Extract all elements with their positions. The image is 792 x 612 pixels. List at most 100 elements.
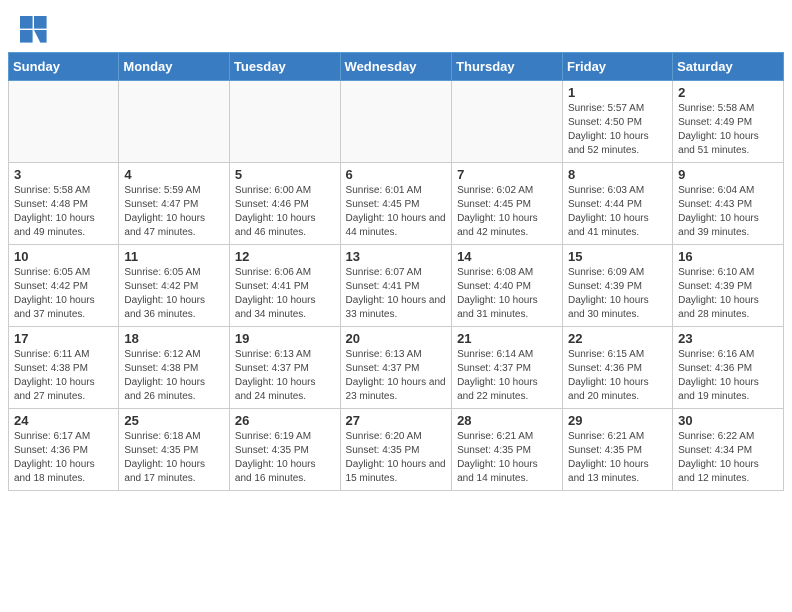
weekday-header-sunday: Sunday bbox=[9, 53, 119, 81]
calendar-cell: 15Sunrise: 6:09 AM Sunset: 4:39 PM Dayli… bbox=[563, 245, 673, 327]
day-info: Sunrise: 6:14 AM Sunset: 4:37 PM Dayligh… bbox=[457, 348, 557, 404]
calendar-cell: 3Sunrise: 5:58 AM Sunset: 4:48 PM Daylig… bbox=[9, 163, 119, 245]
calendar-cell: 19 Sunrise: 6:13 AM Sunset: 4:37 PM Dayli… bbox=[229, 327, 340, 409]
day-number: 8 bbox=[568, 167, 667, 182]
day-info: Sunrise: 6:05 AM Sunset: 4:42 PM Dayligh… bbox=[14, 266, 113, 322]
calendar-cell: 30 Sunrise: 6:22 AM Sunset: 4:34 PM Dayli… bbox=[673, 409, 784, 491]
day-info: Sunrise: 6:13 AM Sunset: 4:37 PM Dayligh… bbox=[346, 348, 447, 404]
day-number: 30 bbox=[678, 413, 778, 428]
calendar-cell: 28 Sunrise: 6:21 AM Sunset: 4:35 PM Dayli… bbox=[452, 409, 563, 491]
day-info: Sunrise: 6:10 AM Sunset: 4:39 PM Dayligh… bbox=[678, 266, 778, 322]
week-row-5: 24 Sunrise: 6:17 AM Sunset: 4:36 PM Dayli… bbox=[9, 409, 784, 491]
day-info: Sunrise: 6:15 AM Sunset: 4:36 PM Dayligh… bbox=[568, 348, 667, 404]
calendar-cell: 27 Sunrise: 6:20 AM Sunset: 4:35 PM Dayli… bbox=[340, 409, 452, 491]
page-header bbox=[0, 0, 792, 52]
day-info: Sunrise: 6:20 AM Sunset: 4:35 PM Dayligh… bbox=[346, 430, 447, 486]
day-info: Sunrise: 6:16 AM Sunset: 4:36 PM Dayligh… bbox=[678, 348, 778, 404]
calendar-cell: 2Sunrise: 5:58 AM Sunset: 4:49 PM Daylig… bbox=[673, 81, 784, 163]
calendar-cell: 6Sunrise: 6:01 AM Sunset: 4:45 PM Daylig… bbox=[340, 163, 452, 245]
calendar-cell: 18 Sunrise: 6:12 AM Sunset: 4:38 PM Dayli… bbox=[119, 327, 230, 409]
day-number: 23 bbox=[678, 331, 778, 346]
calendar-cell: 17 Sunrise: 6:11 AM Sunset: 4:38 PM Dayli… bbox=[9, 327, 119, 409]
day-number: 2 bbox=[678, 85, 778, 100]
weekday-header-friday: Friday bbox=[563, 53, 673, 81]
day-info: Sunrise: 6:17 AM Sunset: 4:36 PM Dayligh… bbox=[14, 430, 113, 486]
calendar-cell: 1 Sunrise: 5:57 AM Sunset: 4:50 PM Daylig… bbox=[563, 81, 673, 163]
calendar-cell: 20 Sunrise: 6:13 AM Sunset: 4:37 PM Dayli… bbox=[340, 327, 452, 409]
day-info: Sunrise: 6:06 AM Sunset: 4:41 PM Dayligh… bbox=[235, 266, 335, 322]
weekday-header-row: SundayMondayTuesdayWednesdayThursdayFrid… bbox=[9, 53, 784, 81]
calendar-cell: 21Sunrise: 6:14 AM Sunset: 4:37 PM Dayli… bbox=[452, 327, 563, 409]
day-number: 16 bbox=[678, 249, 778, 264]
calendar-cell bbox=[119, 81, 230, 163]
calendar-cell bbox=[340, 81, 452, 163]
calendar-cell: 25 Sunrise: 6:18 AM Sunset: 4:35 PM Dayli… bbox=[119, 409, 230, 491]
day-number: 22 bbox=[568, 331, 667, 346]
day-info: Sunrise: 5:57 AM Sunset: 4:50 PM Dayligh… bbox=[568, 102, 667, 158]
calendar-cell: 10 Sunrise: 6:05 AM Sunset: 4:42 PM Dayli… bbox=[9, 245, 119, 327]
calendar-cell: 26 Sunrise: 6:19 AM Sunset: 4:35 PM Dayli… bbox=[229, 409, 340, 491]
day-number: 24 bbox=[14, 413, 113, 428]
calendar-cell bbox=[452, 81, 563, 163]
calendar-cell bbox=[9, 81, 119, 163]
weekday-header-saturday: Saturday bbox=[673, 53, 784, 81]
day-number: 1 bbox=[568, 85, 667, 100]
calendar-cell: 11Sunrise: 6:05 AM Sunset: 4:42 PM Dayli… bbox=[119, 245, 230, 327]
day-info: Sunrise: 5:59 AM Sunset: 4:47 PM Dayligh… bbox=[124, 184, 224, 240]
weekday-header-wednesday: Wednesday bbox=[340, 53, 452, 81]
week-row-2: 3Sunrise: 5:58 AM Sunset: 4:48 PM Daylig… bbox=[9, 163, 784, 245]
week-row-3: 10 Sunrise: 6:05 AM Sunset: 4:42 PM Dayli… bbox=[9, 245, 784, 327]
day-number: 19 bbox=[235, 331, 335, 346]
day-number: 10 bbox=[14, 249, 113, 264]
day-info: Sunrise: 6:09 AM Sunset: 4:39 PM Dayligh… bbox=[568, 266, 667, 322]
logo-icon bbox=[20, 16, 48, 44]
logo bbox=[20, 16, 52, 44]
day-info: Sunrise: 6:02 AM Sunset: 4:45 PM Dayligh… bbox=[457, 184, 557, 240]
calendar-cell: 22 Sunrise: 6:15 AM Sunset: 4:36 PM Dayli… bbox=[563, 327, 673, 409]
day-number: 17 bbox=[14, 331, 113, 346]
day-info: Sunrise: 6:08 AM Sunset: 4:40 PM Dayligh… bbox=[457, 266, 557, 322]
day-info: Sunrise: 6:21 AM Sunset: 4:35 PM Dayligh… bbox=[568, 430, 667, 486]
day-number: 18 bbox=[124, 331, 224, 346]
week-row-4: 17 Sunrise: 6:11 AM Sunset: 4:38 PM Dayli… bbox=[9, 327, 784, 409]
day-number: 4 bbox=[124, 167, 224, 182]
weekday-header-monday: Monday bbox=[119, 53, 230, 81]
day-number: 11 bbox=[124, 249, 224, 264]
calendar-cell: 4 Sunrise: 5:59 AM Sunset: 4:47 PM Daylig… bbox=[119, 163, 230, 245]
day-number: 3 bbox=[14, 167, 113, 182]
calendar-cell: 24 Sunrise: 6:17 AM Sunset: 4:36 PM Dayli… bbox=[9, 409, 119, 491]
day-info: Sunrise: 6:22 AM Sunset: 4:34 PM Dayligh… bbox=[678, 430, 778, 486]
calendar-cell: 12 Sunrise: 6:06 AM Sunset: 4:41 PM Dayli… bbox=[229, 245, 340, 327]
day-info: Sunrise: 6:00 AM Sunset: 4:46 PM Dayligh… bbox=[235, 184, 335, 240]
calendar-cell: 13 Sunrise: 6:07 AM Sunset: 4:41 PM Dayli… bbox=[340, 245, 452, 327]
day-number: 26 bbox=[235, 413, 335, 428]
day-number: 27 bbox=[346, 413, 447, 428]
calendar-cell: 7 Sunrise: 6:02 AM Sunset: 4:45 PM Daylig… bbox=[452, 163, 563, 245]
day-number: 12 bbox=[235, 249, 335, 264]
day-number: 9 bbox=[678, 167, 778, 182]
day-info: Sunrise: 6:11 AM Sunset: 4:38 PM Dayligh… bbox=[14, 348, 113, 404]
day-info: Sunrise: 6:03 AM Sunset: 4:44 PM Dayligh… bbox=[568, 184, 667, 240]
day-info: Sunrise: 6:12 AM Sunset: 4:38 PM Dayligh… bbox=[124, 348, 224, 404]
day-info: Sunrise: 6:21 AM Sunset: 4:35 PM Dayligh… bbox=[457, 430, 557, 486]
day-number: 6 bbox=[346, 167, 447, 182]
day-info: Sunrise: 6:07 AM Sunset: 4:41 PM Dayligh… bbox=[346, 266, 447, 322]
day-number: 29 bbox=[568, 413, 667, 428]
week-row-1: 1 Sunrise: 5:57 AM Sunset: 4:50 PM Daylig… bbox=[9, 81, 784, 163]
day-number: 25 bbox=[124, 413, 224, 428]
calendar-cell: 14Sunrise: 6:08 AM Sunset: 4:40 PM Dayli… bbox=[452, 245, 563, 327]
calendar-cell: 5 Sunrise: 6:00 AM Sunset: 4:46 PM Daylig… bbox=[229, 163, 340, 245]
day-number: 13 bbox=[346, 249, 447, 264]
calendar-cell: 9 Sunrise: 6:04 AM Sunset: 4:43 PM Daylig… bbox=[673, 163, 784, 245]
day-info: Sunrise: 6:19 AM Sunset: 4:35 PM Dayligh… bbox=[235, 430, 335, 486]
calendar-cell bbox=[229, 81, 340, 163]
day-info: Sunrise: 6:04 AM Sunset: 4:43 PM Dayligh… bbox=[678, 184, 778, 240]
day-info: Sunrise: 6:13 AM Sunset: 4:37 PM Dayligh… bbox=[235, 348, 335, 404]
day-info: Sunrise: 6:18 AM Sunset: 4:35 PM Dayligh… bbox=[124, 430, 224, 486]
calendar-cell: 23 Sunrise: 6:16 AM Sunset: 4:36 PM Dayli… bbox=[673, 327, 784, 409]
day-number: 7 bbox=[457, 167, 557, 182]
day-number: 28 bbox=[457, 413, 557, 428]
calendar-cell: 29 Sunrise: 6:21 AM Sunset: 4:35 PM Dayli… bbox=[563, 409, 673, 491]
day-number: 5 bbox=[235, 167, 335, 182]
day-number: 20 bbox=[346, 331, 447, 346]
